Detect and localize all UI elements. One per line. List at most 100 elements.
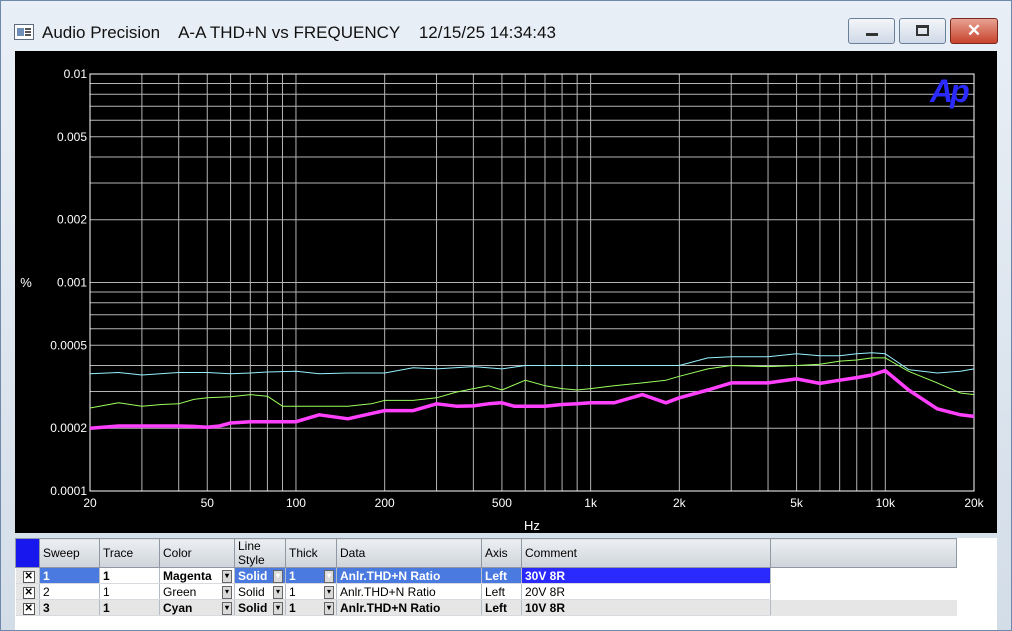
dropdown-arrow-icon[interactable]: ▾: [222, 602, 232, 615]
cell-color[interactable]: Cyan ▾: [159, 599, 235, 616]
window-title: Audio Precision A-A THD+N vs FREQUENCY 1…: [42, 23, 556, 43]
app-window: Audio Precision A-A THD+N vs FREQUENCY 1…: [0, 0, 1012, 631]
cell-thick[interactable]: 1 ▾: [285, 583, 337, 600]
dropdown-arrow-icon[interactable]: ▾: [273, 602, 283, 615]
cell-color-value: Cyan: [163, 600, 193, 615]
dropdown-arrow-icon[interactable]: ▾: [273, 586, 283, 599]
close-button[interactable]: ✕: [950, 18, 998, 44]
cell-trace[interactable]: 1: [99, 567, 160, 584]
y-tick-label: 0.0002: [50, 421, 87, 435]
dropdown-arrow-icon[interactable]: ▾: [324, 570, 334, 583]
row-spacer: [771, 568, 957, 584]
cell-thick-value: 1: [289, 568, 296, 583]
legend-row[interactable]: ✕ 1 1 Magenta ▾ Solid ▾ 1 ▾ Anlr.THD+N Rati…: [15, 567, 957, 584]
maximize-button[interactable]: [899, 18, 946, 44]
col-header-color[interactable]: Color: [159, 538, 235, 568]
dropdown-arrow-icon[interactable]: ▾: [324, 586, 334, 599]
cell-axis[interactable]: Left: [481, 583, 522, 600]
y-tick-label: 0.01: [64, 67, 88, 81]
app-icon[interactable]: [14, 24, 34, 40]
y-tick-label: 0.0001: [50, 484, 87, 498]
thd-frequency-chart[interactable]: 0.01 0.005 0.002 0.001 0.0005 0.0002 0.000120 5…: [15, 51, 997, 533]
y-tick-label: 0.005: [57, 130, 87, 144]
row-checkbox[interactable]: ✕: [15, 567, 40, 584]
row-spacer: [771, 584, 957, 600]
cell-thick[interactable]: 1 ▾: [285, 599, 337, 616]
x-tick-label: 20k: [964, 496, 984, 510]
dropdown-arrow-icon[interactable]: ▾: [222, 570, 232, 583]
x-tick-label: 100: [286, 496, 306, 510]
legend-row[interactable]: ✕ 3 1 Cyan ▾ Solid ▾ 1 ▾ Anlr.THD+N Ratio L…: [15, 599, 957, 616]
cell-data[interactable]: Anlr.THD+N Ratio: [336, 583, 482, 600]
legend-header-row: Sweep Trace Color Line Style Thick Data …: [15, 538, 957, 568]
cell-axis[interactable]: Left: [481, 567, 522, 584]
col-header-axis[interactable]: Axis: [481, 538, 522, 568]
col-header-data[interactable]: Data: [336, 538, 482, 568]
y-tick-label: 0.0005: [50, 338, 87, 352]
x-tick-label: 20: [83, 496, 97, 510]
x-axis-label: Hz: [524, 518, 540, 533]
col-header-sweep[interactable]: Sweep: [39, 538, 100, 568]
graph-plot-area[interactable]: 0.01 0.005 0.002 0.001 0.0005 0.0002 0.0001 20 5…: [15, 51, 997, 533]
cell-color[interactable]: Magenta ▾: [159, 567, 235, 584]
cell-sweep[interactable]: 3: [39, 599, 100, 616]
y-tick-label: 0.001: [57, 276, 87, 290]
cell-thick-value: 1: [289, 600, 296, 615]
row-spacer: [770, 599, 957, 616]
col-header-thick[interactable]: Thick: [285, 538, 337, 568]
legend-row[interactable]: ✕ 2 1 Green ▾ Solid ▾ 1 ▾ Anlr.THD+N Ratio …: [15, 583, 957, 600]
close-icon: ✕: [966, 21, 982, 40]
legend-table: Sweep Trace Color Line Style Thick Data …: [15, 538, 957, 616]
cell-thick[interactable]: 1 ▾: [285, 567, 337, 584]
cell-sweep[interactable]: 1: [39, 567, 100, 584]
col-header-trace[interactable]: Trace: [99, 538, 160, 568]
x-tick-label: 2k: [673, 496, 687, 510]
minimize-button[interactable]: [848, 18, 895, 44]
series-line: [89, 352, 975, 376]
cell-line-style[interactable]: Solid ▾: [234, 583, 286, 600]
checkbox-checked-icon: ✕: [22, 603, 35, 615]
x-tick-label: 200: [375, 496, 395, 510]
y-tick-label: 0.002: [57, 213, 87, 227]
cell-comment[interactable]: 30V 8R: [521, 567, 771, 584]
cell-data[interactable]: Anlr.THD+N Ratio: [336, 599, 482, 616]
cell-line-style[interactable]: Solid ▾: [234, 599, 286, 616]
y-axis-label: %: [20, 275, 32, 290]
x-tick-label: 1k: [584, 496, 598, 510]
cell-sweep[interactable]: 2: [39, 583, 100, 600]
graph-title: A-A THD+N vs FREQUENCY: [178, 23, 400, 42]
row-checkbox[interactable]: ✕: [15, 599, 40, 616]
minimize-icon: [866, 33, 878, 36]
maximize-icon: [916, 25, 929, 36]
col-header-spacer: [770, 538, 957, 568]
cell-trace[interactable]: 1: [99, 599, 160, 616]
dropdown-arrow-icon[interactable]: ▾: [273, 570, 283, 583]
dropdown-arrow-icon[interactable]: ▾: [222, 586, 232, 599]
checkbox-checked-icon: ✕: [22, 587, 35, 599]
cell-line-style-value: Solid: [238, 600, 268, 615]
x-tick-label: 500: [492, 496, 512, 510]
dropdown-arrow-icon[interactable]: ▾: [324, 602, 334, 615]
graph-datetime: 12/15/25 14:34:43: [418, 23, 556, 42]
cell-trace[interactable]: 1: [99, 583, 160, 600]
legend-corner-cell[interactable]: [15, 538, 40, 568]
cell-color-value: Green: [163, 584, 197, 599]
cell-axis[interactable]: Left: [481, 599, 522, 616]
x-tick-label: 10k: [876, 496, 896, 510]
x-tick-label: 50: [201, 496, 215, 510]
cell-color[interactable]: Green ▾: [159, 583, 235, 600]
x-tick-label: 5k: [790, 496, 804, 510]
legend-grid[interactable]: Sweep Trace Color Line Style Thick Data …: [15, 538, 997, 630]
cell-line-style-value: Solid: [238, 584, 265, 599]
cell-comment[interactable]: 10V 8R: [521, 599, 771, 616]
app-name: Audio Precision: [42, 23, 161, 42]
row-checkbox[interactable]: ✕: [15, 583, 40, 600]
title-bar[interactable]: Audio Precision A-A THD+N vs FREQUENCY 1…: [1, 1, 1011, 47]
cell-comment[interactable]: 20V 8R: [521, 583, 771, 600]
cell-data[interactable]: Anlr.THD+N Ratio: [336, 567, 482, 584]
cell-line-style-value: Solid: [238, 568, 268, 583]
col-header-line-style[interactable]: Line Style: [234, 538, 286, 568]
cell-line-style[interactable]: Solid ▾: [234, 567, 286, 584]
col-header-comment[interactable]: Comment: [521, 538, 771, 568]
series-line: [89, 368, 975, 430]
